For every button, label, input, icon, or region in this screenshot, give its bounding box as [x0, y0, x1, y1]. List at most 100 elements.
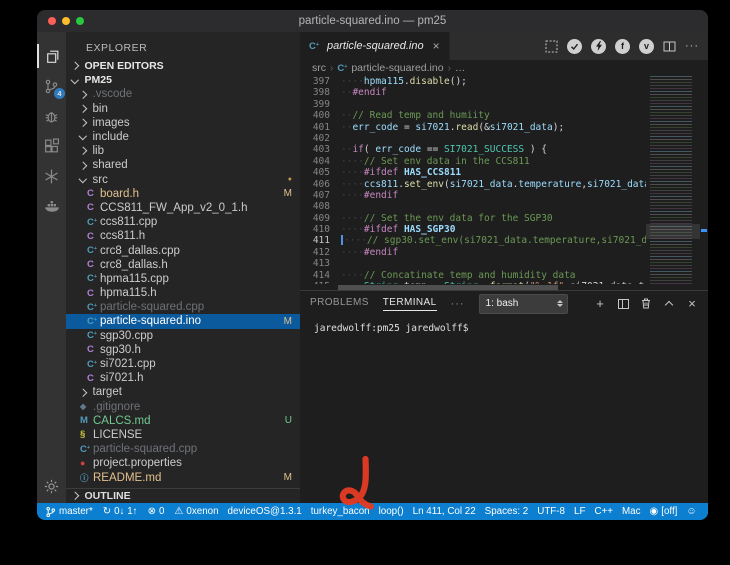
status-item-language[interactable]: C++ [594, 506, 613, 517]
tree-item-si7021-h[interactable]: Csi7021.h [66, 371, 300, 385]
status-item-screencast-mode[interactable]: ◉[off] [650, 506, 678, 517]
kill-terminal-trash-icon[interactable] [640, 298, 652, 310]
status-item-platform[interactable]: Mac [622, 506, 641, 517]
horizontal-scrollbar[interactable] [300, 284, 708, 290]
code-line-409[interactable]: 409····// Set the env data for the SGP30 [300, 213, 646, 224]
status-item-indentation[interactable]: Spaces: 2 [485, 506, 529, 517]
tree-item-hpma115-h[interactable]: Chpma115.h [66, 286, 300, 300]
tree-item-target[interactable]: target [66, 385, 300, 399]
source-control-icon[interactable]: 4 [37, 74, 66, 98]
outline-section[interactable]: OUTLINE [66, 488, 300, 503]
tree-item--vscode[interactable]: .vscode [66, 87, 300, 101]
tree-item-include[interactable]: include [66, 130, 300, 144]
code-line-397[interactable]: 397····hpma115.disable(); [300, 76, 646, 87]
tree-item-ccs811-h[interactable]: Cccs811.h [66, 229, 300, 243]
split-editor-icon[interactable] [663, 41, 676, 52]
select-region-icon[interactable] [545, 40, 558, 53]
tree-item-project-properties[interactable]: ●project.properties [66, 456, 300, 470]
v-circle-icon[interactable]: v [639, 39, 654, 54]
scrollbar-thumb[interactable] [338, 285, 558, 290]
tree-item-particle-squared-ino[interactable]: C+particle-squared.inoM [66, 314, 300, 328]
breadcrumb-file[interactable]: particle-squared.ino [351, 62, 443, 74]
code-line-412[interactable]: 412····#endif [300, 247, 646, 258]
status-item-device-type[interactable]: xenon [192, 506, 219, 517]
tree-item-particle-squared-cpp[interactable]: C+particle-squared.cpp [66, 442, 300, 456]
close-tab-icon[interactable]: × [433, 40, 440, 52]
breadcrumb[interactable]: src › C+ particle-squared.ino › … [300, 60, 708, 76]
tree-item-license[interactable]: §LICENSE [66, 428, 300, 442]
code-line-408[interactable]: 408 [300, 201, 646, 212]
terminal-shell-select[interactable]: 1: bash [479, 294, 568, 314]
particle-extension-icon[interactable] [37, 164, 66, 188]
tree-item-images[interactable]: images [66, 116, 300, 130]
tree-item-board-h[interactable]: Cboard.hM [66, 187, 300, 201]
tree-item-crc8-dallas-cpp[interactable]: C+crc8_dallas.cpp [66, 243, 300, 257]
minimap-slider[interactable] [646, 224, 700, 239]
status-item-function[interactable]: loop() [379, 506, 404, 517]
tab-problems[interactable]: PROBLEMS [310, 297, 369, 310]
minimap[interactable] [646, 76, 700, 284]
tree-item-shared[interactable]: shared [66, 158, 300, 172]
extensions-icon[interactable] [37, 134, 66, 158]
code-editor[interactable]: 397····hpma115.disable();398··#endif3994… [300, 76, 708, 284]
tree-item-sgp30-h[interactable]: Csgp30.h [66, 343, 300, 357]
tree-item-readme-md[interactable]: ⓘREADME.mdM [66, 470, 300, 484]
open-editors-section[interactable]: OPEN EDITORS [66, 59, 300, 73]
tree-item-calcs-md[interactable]: MCALCS.mdU [66, 414, 300, 428]
status-item-cursor-position[interactable]: Ln 411, Col 22 [413, 506, 476, 517]
debug-icon[interactable] [37, 104, 66, 128]
terminal-output[interactable]: jaredwolff:pm25 jaredwolff$ [300, 316, 708, 503]
code-line-406[interactable]: 406····ccs811.set_env(si7021_data.temper… [300, 179, 646, 190]
status-item-device-os[interactable]: deviceOS@1.3.1 [228, 506, 302, 517]
panel-more-icon[interactable]: ··· [451, 298, 465, 310]
status-item-encoding[interactable]: UTF-8 [537, 506, 565, 517]
tree-item-sgp30-cpp[interactable]: C+sgp30.cpp [66, 329, 300, 343]
breadcrumb-more[interactable]: … [455, 62, 466, 74]
code-line-404[interactable]: 404····// Set env data in the CCS811 [300, 156, 646, 167]
code-line-410[interactable]: 410····#ifdef HAS_SGP30 [300, 224, 646, 235]
status-item-feedback[interactable]: ☺ [686, 507, 696, 517]
tree-item-src[interactable]: src● [66, 173, 300, 187]
tree-item-bin[interactable]: bin [66, 102, 300, 116]
tree-item-particle-squared-cpp[interactable]: C+particle-squared.cpp [66, 300, 300, 314]
compile-check-icon[interactable] [567, 39, 582, 54]
status-item-sync[interactable]: ↻0↓ 1↑ [103, 506, 138, 517]
status-item-warnings[interactable]: ⚠0 [174, 506, 191, 517]
status-item-notifications[interactable] [706, 506, 708, 517]
code-line-401[interactable]: 401··err_code = si7021.read(&si7021_data… [300, 122, 646, 133]
status-item-device-name[interactable]: turkey_bacon [311, 506, 370, 517]
close-panel-icon[interactable]: × [686, 298, 698, 310]
code-line-414[interactable]: 414····// Concatinate temp and humidity … [300, 270, 646, 281]
tree-item-ccs811-cpp[interactable]: C+ccs811.cpp [66, 215, 300, 229]
settings-gear-icon[interactable] [37, 478, 66, 495]
status-item-eol[interactable]: LF [574, 506, 585, 517]
tab-particle-squared-ino[interactable]: C+ particle-squared.ino × [300, 32, 450, 60]
project-root-section[interactable]: PM25 [66, 73, 300, 87]
code-lines[interactable]: 397····hpma115.disable();398··#endif3994… [300, 76, 646, 284]
new-terminal-icon[interactable]: + [594, 298, 606, 310]
close-window-button[interactable] [48, 17, 56, 25]
code-line-399[interactable]: 399 [300, 99, 646, 110]
code-line-400[interactable]: 400··// Read temp and humiity [300, 110, 646, 121]
code-line-398[interactable]: 398··#endif [300, 87, 646, 98]
f-circle-icon[interactable]: f [615, 39, 630, 54]
code-line-403[interactable]: 403··if( err_code == SI7021_SUCCESS ) { [300, 144, 646, 155]
code-line-413[interactable]: 413 [300, 258, 646, 269]
more-actions-icon[interactable]: ··· [685, 40, 699, 52]
explorer-icon[interactable] [37, 44, 66, 68]
tree-item-ccs811-fw-app-v2-0-1-h[interactable]: CCCS811_FW_App_v2_0_1.h [66, 201, 300, 215]
tree-item-lib[interactable]: lib [66, 144, 300, 158]
docker-icon[interactable] [37, 194, 66, 218]
code-line-402[interactable]: 402 [300, 133, 646, 144]
code-line-411[interactable]: 411····// sgp30.set_env(si7021_data.temp… [300, 235, 646, 246]
tree-item--gitignore[interactable]: ◆.gitignore [66, 400, 300, 414]
flash-lightning-icon[interactable] [591, 39, 606, 54]
zoom-window-button[interactable] [76, 17, 84, 25]
code-line-405[interactable]: 405····#ifdef HAS_CCS811 [300, 167, 646, 178]
split-terminal-icon[interactable] [617, 298, 629, 310]
tree-item-crc8-dallas-h[interactable]: Ccrc8_dallas.h [66, 258, 300, 272]
minimize-window-button[interactable] [62, 17, 70, 25]
tree-item-hpma115-cpp[interactable]: C+hpma115.cpp [66, 272, 300, 286]
tab-terminal[interactable]: TERMINAL [383, 297, 437, 311]
code-line-407[interactable]: 407····#endif [300, 190, 646, 201]
